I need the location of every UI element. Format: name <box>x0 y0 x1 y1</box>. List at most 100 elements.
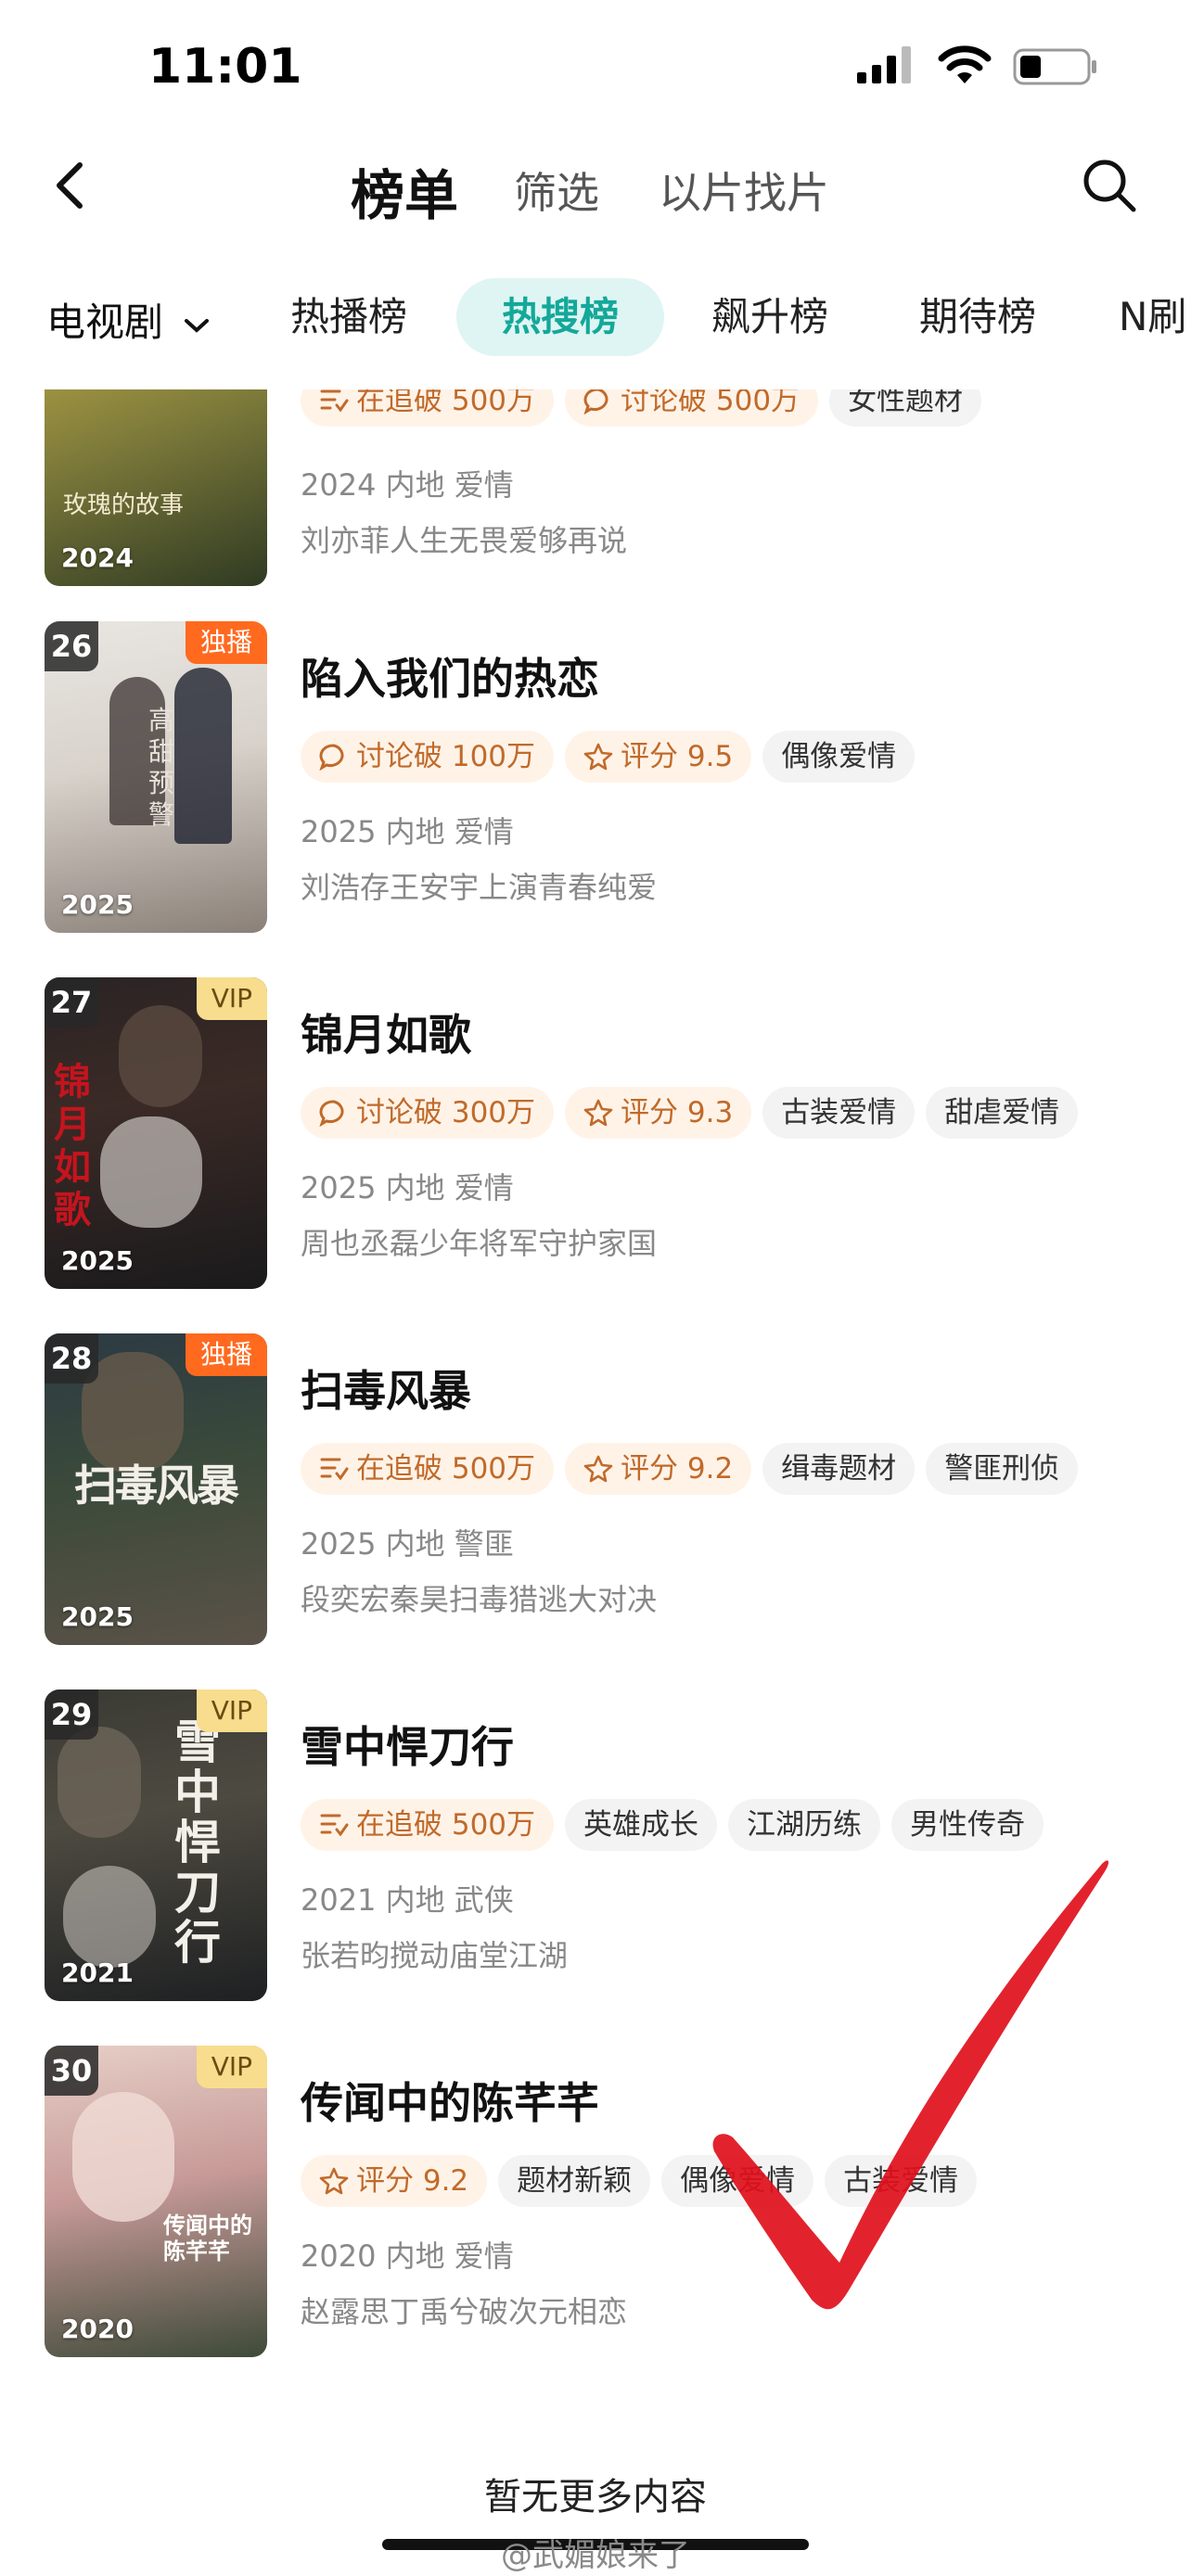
genre-tag: 女性题材 <box>829 389 982 427</box>
tab-hot-search[interactable]: 热搜榜 <box>456 278 664 356</box>
back-arrow-icon[interactable] <box>45 158 100 213</box>
genre-tag: 偶像爱情 <box>762 731 916 783</box>
page-title: 榜单 <box>351 164 459 227</box>
item-title: 扫毒风暴 <box>301 1366 471 1416</box>
exclusive-badge: 独播 <box>185 621 267 664</box>
item-description: 周也丞磊少年将军守护家国 <box>301 1226 658 1261</box>
genre-tag: 男性传奇 <box>891 1799 1044 1851</box>
comment-stat-tag: 讨论破 500万 <box>565 389 819 427</box>
cellular-signal-icon <box>857 46 911 83</box>
poster-image: 雪中悍刀行 29 VIP 2021 <box>45 1690 267 2001</box>
item-title: 雪中悍刀行 <box>301 1722 514 1772</box>
tab-rising[interactable]: 飙升榜 <box>696 278 844 356</box>
search-icon[interactable] <box>1080 156 1139 215</box>
list-item[interactable]: 雪中悍刀行 29 VIP 2021 雪中悍刀行 在追破 500万 英雄成长 江湖… <box>0 1690 1191 2005</box>
poster-image: 传闻中的陈芊芊 30 VIP 2020 <box>45 2046 267 2357</box>
poster-year: 2021 <box>61 1958 134 1988</box>
follow-stat-tag: 在追破 500万 <box>301 1799 555 1851</box>
genre-tag: 古装爱情 <box>825 2155 978 2207</box>
rating-tag: 评分 9.5 <box>565 731 752 783</box>
item-description: 刘浩存王安宇上演青春纯爱 <box>301 870 658 905</box>
follow-stat-tag: 在追破 500万 <box>301 1443 555 1495</box>
category-dropdown-label: 电视剧 <box>46 300 164 345</box>
vip-badge: VIP <box>196 2046 267 2088</box>
poster-title-text: 锦月如歌 <box>54 1061 91 1231</box>
watermark-text: @武媚娘来了 <box>501 2537 690 2574</box>
tag-row: 在追破 500万 评分 9.2 缉毒题材 警匪刑侦 <box>301 1443 1079 1495</box>
wifi-icon <box>938 45 992 83</box>
rank-badge: 29 <box>45 1690 98 1740</box>
item-title: 传闻中的陈芊芊 <box>301 2078 599 2128</box>
genre-tag: 古装爱情 <box>762 1087 916 1139</box>
poster-year: 2024 <box>61 542 134 573</box>
poster-image: 扫毒风暴 28 独播 2025 <box>45 1333 267 1645</box>
poster-year: 2025 <box>61 1601 134 1632</box>
follow-icon <box>320 1814 349 1837</box>
genre-tag: 警匪刑侦 <box>926 1443 1079 1495</box>
item-meta: 2021 内地 武侠 <box>301 1882 514 1918</box>
star-icon <box>583 1455 613 1483</box>
list-item[interactable]: 传闻中的陈芊芊 30 VIP 2020 传闻中的陈芊芊 评分 9.2 题材新颖 … <box>0 2046 1191 2361</box>
item-description: 段奕宏秦昊扫毒猎逃大对决 <box>301 1582 658 1617</box>
item-meta: 2025 内地 爱情 <box>301 814 514 849</box>
category-dropdown[interactable]: 电视剧 <box>46 291 211 348</box>
tab-find-by-movie[interactable]: 以片找片 <box>659 159 829 221</box>
poster-year: 2020 <box>61 2314 134 2344</box>
item-description: 赵露思丁禹兮破次元相恋 <box>301 2294 628 2329</box>
follow-icon <box>320 389 349 413</box>
tab-anticipated[interactable]: 期待榜 <box>903 278 1052 356</box>
comment-icon <box>319 1100 344 1127</box>
list-item[interactable]: 锦月如歌 27 VIP 2025 锦月如歌 讨论破 300万 评分 9.3 古装… <box>0 977 1191 1293</box>
rank-badge: 26 <box>45 621 98 671</box>
poster-year: 2025 <box>61 1245 134 1276</box>
rank-badge: 27 <box>45 977 98 1027</box>
battery-icon <box>1013 48 1096 85</box>
ranking-list: 玫瑰的故事 2024 在追破 500万 讨论破 500万 女性题材 2024 内… <box>0 389 1191 2411</box>
comment-icon <box>583 389 608 414</box>
tag-row: 在追破 500万 讨论破 500万 女性题材 <box>301 389 982 427</box>
tab-hot-play[interactable]: 热播榜 <box>275 278 423 356</box>
poster-image: 高甜预警 26 独播 2025 <box>45 621 267 933</box>
item-description: 张若昀搅动庙堂江湖 <box>301 1938 569 1973</box>
genre-tag: 偶像爱情 <box>661 2155 814 2207</box>
comment-icon <box>319 744 344 771</box>
list-item[interactable]: 高甜预警 26 独播 2025 陷入我们的热恋 讨论破 100万 评分 9.5 … <box>0 621 1191 937</box>
nav-bar: 榜单 筛选 以片找片 <box>0 139 1191 232</box>
poster-title-text: 扫毒风暴 <box>74 1460 239 1511</box>
rating-tag: 评分 9.2 <box>565 1443 752 1495</box>
star-icon <box>583 743 613 771</box>
poster-title-text: 玫瑰的故事 <box>63 491 185 519</box>
item-title: 锦月如歌 <box>301 1010 471 1060</box>
item-title: 陷入我们的热恋 <box>301 654 599 704</box>
tag-row: 讨论破 100万 评分 9.5 偶像爱情 <box>301 731 916 783</box>
star-icon <box>319 2167 349 2195</box>
follow-stat-tag: 在追破 500万 <box>301 389 555 427</box>
poster-title-text: 雪中悍刀行 <box>174 1715 221 1970</box>
rank-badge: 28 <box>45 1333 98 1384</box>
tag-row: 讨论破 300万 评分 9.3 古装爱情 甜虐爱情 <box>301 1087 1079 1139</box>
star-icon <box>583 1099 613 1127</box>
genre-tag: 题材新颖 <box>498 2155 651 2207</box>
item-meta: 2025 内地 警匪 <box>301 1526 514 1562</box>
rating-tag: 评分 9.2 <box>301 2155 488 2207</box>
genre-tag: 缉毒题材 <box>762 1443 916 1495</box>
follow-icon <box>320 1458 349 1481</box>
poster-image: 锦月如歌 27 VIP 2025 <box>45 977 267 1289</box>
poster-image: 玫瑰的故事 2024 <box>45 389 267 586</box>
item-meta: 2024 内地 爱情 <box>301 467 514 503</box>
tag-row: 在追破 500万 英雄成长 江湖历练 男性传奇 <box>301 1799 1044 1851</box>
tab-filter[interactable]: 筛选 <box>514 159 599 221</box>
genre-tag: 江湖历练 <box>728 1799 881 1851</box>
item-meta: 2025 内地 爱情 <box>301 1170 514 1205</box>
tab-rewatch[interactable]: N刷 <box>1119 278 1191 356</box>
tag-row: 评分 9.2 题材新颖 偶像爱情 古装爱情 <box>301 2155 978 2207</box>
list-item[interactable]: 扫毒风暴 28 独播 2025 扫毒风暴 在追破 500万 评分 9.2 缉毒题… <box>0 1333 1191 1649</box>
poster-year: 2025 <box>61 889 134 920</box>
genre-tag: 英雄成长 <box>565 1799 718 1851</box>
status-time: 11:01 <box>148 39 302 95</box>
chevron-down-icon <box>185 318 210 333</box>
poster-title-text: 高甜预警 <box>148 705 175 830</box>
list-item[interactable]: 玫瑰的故事 2024 在追破 500万 讨论破 500万 女性题材 2024 内… <box>0 389 1191 590</box>
vip-badge: VIP <box>196 1690 267 1732</box>
vip-badge: VIP <box>196 977 267 1020</box>
